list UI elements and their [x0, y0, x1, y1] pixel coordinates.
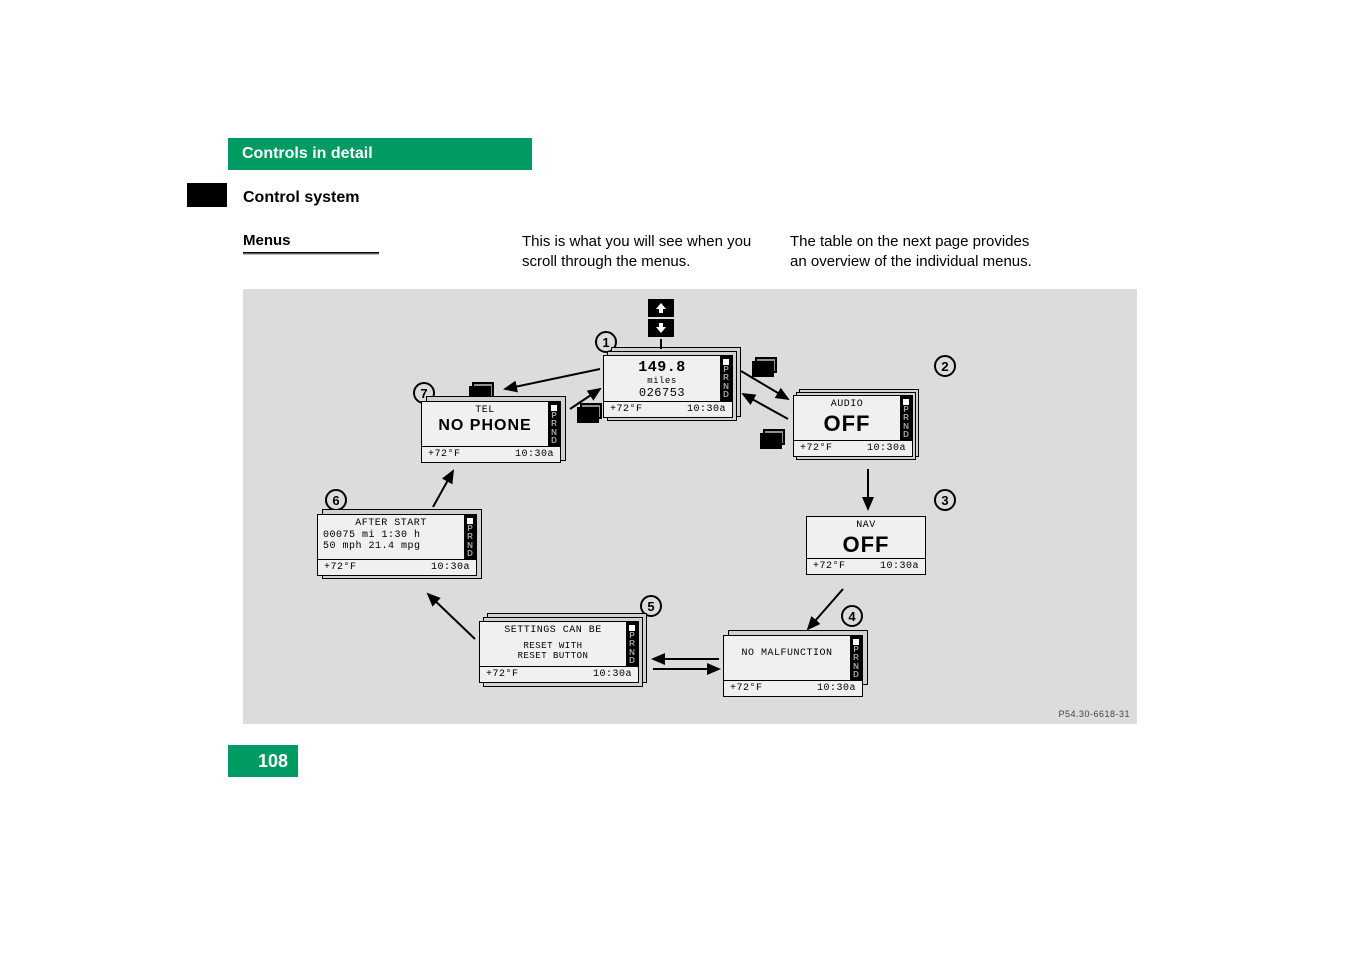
prnd-indicator: PRND [720, 356, 732, 401]
prnd-indicator: PRND [850, 636, 862, 680]
callout-3: 3 [934, 489, 956, 511]
menu-diagram: 1 2 3 4 5 6 7 149.8 miles 026753 PRND +7… [243, 289, 1137, 724]
footer-temp: +72°F [730, 683, 763, 694]
callout-4: 4 [841, 605, 863, 627]
footer-time: 10:30a [431, 562, 470, 573]
screens-icon [760, 431, 782, 447]
phone-title: TEL [427, 405, 543, 417]
footer-time: 10:30a [867, 443, 906, 454]
prnd-indicator: PRND [626, 622, 638, 666]
intro-text-2: The table on the next page provides an o… [790, 232, 1050, 273]
section-subtitle: Control system [243, 189, 359, 207]
section-tab: Controls in detail [228, 138, 532, 170]
intro-text-1: This is what you will see when you scrol… [522, 232, 768, 273]
footer-temp: +72°F [813, 561, 846, 572]
screens-icon [752, 359, 774, 375]
footer-temp: +72°F [800, 443, 833, 454]
screen-phone: TEL NO PHONE PRND +72°F 10:30a [421, 401, 561, 463]
odo-value: 149.8 [609, 359, 715, 376]
trip-line1: 00075 mi 1:30 h [323, 530, 459, 542]
screen-odometer: 149.8 miles 026753 PRND +72°F10:30a [603, 355, 733, 418]
settings-title: SETTINGS CAN BE [485, 625, 621, 637]
prnd-indicator: PRND [464, 515, 476, 559]
menus-heading: Menus [243, 232, 291, 249]
trip-title: AFTER START [323, 518, 459, 530]
screen-malfunction: NO MALFUNCTION PRND +72°F 10:30a [723, 635, 863, 697]
page-number: 108 [228, 745, 298, 777]
footer-temp: +72°F [610, 404, 643, 415]
footer-temp: +72°F [486, 669, 519, 680]
figure-code: P54.30-6618-31 [1058, 709, 1130, 719]
nav-up-down-icon [648, 299, 674, 339]
audio-title: AUDIO [799, 399, 895, 411]
nav-state: OFF [812, 532, 920, 557]
screen-trip: AFTER START 00075 mi 1:30 h 50 mph 21.4 … [317, 514, 477, 576]
prnd-indicator: PRND [548, 402, 560, 446]
screen-settings: SETTINGS CAN BE RESET WITH RESET BUTTON … [479, 621, 639, 683]
screen-nav: NAV OFF +72°F 10:30a [806, 516, 926, 575]
screen-audio: AUDIO OFF PRND +72°F 10:30a [793, 395, 913, 457]
malfunction-text: NO MALFUNCTION [729, 648, 845, 660]
odo-total: 026753 [609, 387, 715, 401]
footer-time: 10:30a [687, 404, 726, 415]
footer-time: 10:30a [593, 669, 632, 680]
callout-6: 6 [325, 489, 347, 511]
footer-time: 10:30a [880, 561, 919, 572]
nav-title: NAV [812, 520, 920, 532]
phone-state: NO PHONE [427, 417, 543, 435]
footer-temp: +72°F [324, 562, 357, 573]
section-marker [187, 183, 227, 207]
prnd-indicator: PRND [900, 396, 912, 440]
settings-line1: RESET WITH [485, 641, 621, 651]
footer-temp: +72°F [428, 449, 461, 460]
trip-line2: 50 mph 21.4 mpg [323, 541, 459, 553]
screens-icon [577, 405, 599, 421]
audio-state: OFF [799, 411, 895, 436]
footer-time: 10:30a [817, 683, 856, 694]
menus-rule [243, 252, 379, 255]
settings-line2: RESET BUTTON [485, 651, 621, 661]
callout-2: 2 [934, 355, 956, 377]
footer-time: 10:30a [515, 449, 554, 460]
